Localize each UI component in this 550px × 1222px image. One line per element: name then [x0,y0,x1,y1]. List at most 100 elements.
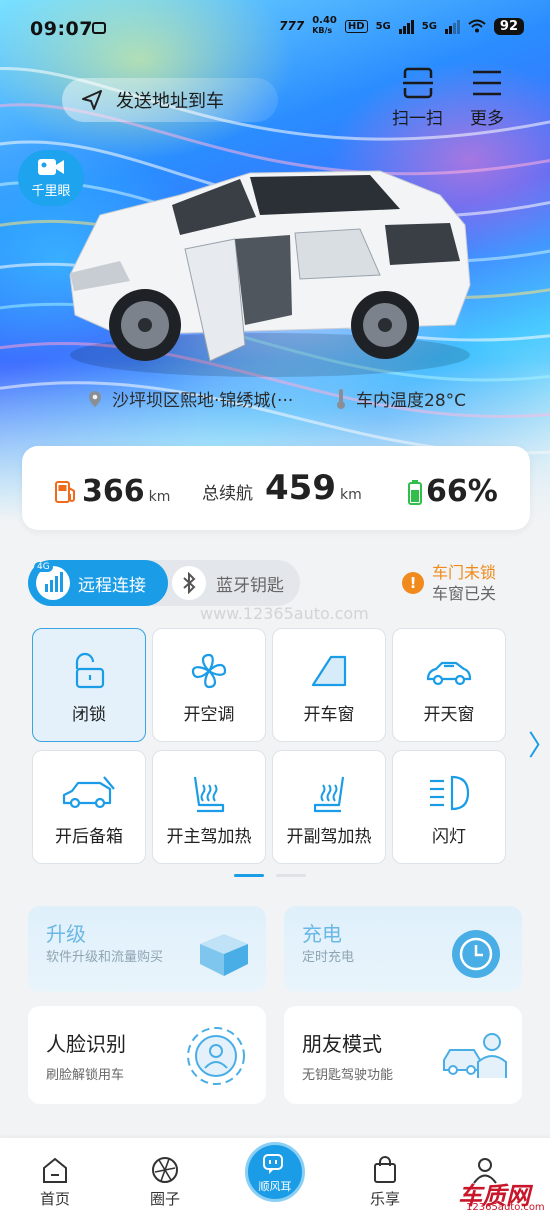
remote-connect-tab[interactable]: 4G 远程连接 [28,560,168,606]
send-address-button[interactable]: 发送地址到车 [62,78,278,122]
sunroof-icon [426,661,472,686]
tab-circle[interactable]: 圈子 [130,1156,200,1209]
passenger-seat-heat-button[interactable]: 开副驾加热 [272,750,386,864]
carrier-icon: 777 [279,19,305,33]
fuel-range: 366 km [54,474,170,509]
location-text: 沙坪坝区熙地·锦绣城(··· [112,391,294,411]
hd-icon: HD [344,19,368,33]
upgrade-subtitle: 软件升级和流量购买 [46,950,164,965]
package-icon [200,934,248,976]
brand-watermark-url: 12365auto.com [466,1202,545,1213]
face-recognition-title: 人脸识别 [46,1032,126,1056]
page-indicator [234,874,306,877]
battery-icon [408,479,422,505]
bluetooth-key-tab[interactable]: 蓝牙钥匙 [172,560,284,606]
aperture-icon [152,1157,178,1183]
next-page-chevron-icon[interactable]: 〉 [528,724,550,764]
total-range-value: 459 [265,468,336,508]
temperature-text: 车内温度28°C [356,391,467,411]
tab-enjoy[interactable]: 乐享 [350,1156,420,1209]
scan-label: 扫一扫 [392,109,443,129]
ac-button[interactable]: 开空调 [152,628,266,742]
range-card: 366 km 总续航 459 km 66% [22,446,530,530]
battery-level: 66% [408,474,498,509]
charge-card[interactable]: 充电 定时充电 [284,906,522,992]
sunroof-label: 开天窗 [423,705,475,725]
upgrade-title: 升级 [46,922,86,946]
battery-indicator: 92 [493,17,524,35]
shunfenger-button[interactable]: 顺风耳 [245,1142,305,1202]
seat-heat-icon [193,776,225,813]
bluetooth-key-label: 蓝牙钥匙 [216,575,284,596]
trunk-label: 开后备箱 [55,827,123,847]
lock-icon [75,652,105,689]
remote-connect-label: 远程连接 [78,575,146,596]
signal1-icon [398,18,414,34]
friend-car-icon [443,1033,507,1078]
door-status: 车门未锁 [432,563,497,582]
net-speed: 0.40 KB/s [312,15,337,36]
flash-lights-button[interactable]: 闪灯 [392,750,506,864]
more-button[interactable]: 更多 [470,66,504,129]
total-range: 总续航 459 km [202,468,362,508]
thermometer-icon [337,388,345,409]
fuel-pump-icon [55,480,75,503]
clock-icon [452,930,500,978]
face-scan-icon [187,1027,245,1085]
temperature-row: 车内温度28°C [336,386,466,411]
fuel-range-value: 366 [82,474,145,509]
sunroof-button[interactable]: 开天窗 [392,628,506,742]
location-pin-icon [89,390,101,407]
friend-mode-card[interactable]: 朋友模式 无钥匙驾驶功能 [284,1006,522,1104]
tab-home[interactable]: 首页 [20,1156,90,1209]
signal2-icon [444,18,460,34]
status-time: 09:07 [30,18,93,40]
sim2-label: 5G [421,20,437,32]
window-label: 开车窗 [303,705,355,725]
tab-enjoy-label: 乐享 [369,1190,400,1208]
send-arrow-icon [82,90,102,110]
seat-heat-icon [313,776,345,813]
window-status: 车窗已关 [432,584,497,603]
battery-percent: 66% [426,474,498,509]
status-right: 777 0.40 KB/s HD 5G 5G 92 [279,16,524,36]
scan-icon [402,67,433,99]
ac-label: 开空调 [183,705,235,725]
wifi-icon [468,19,486,33]
more-label: 更多 [470,109,504,129]
tab-home-label: 首页 [39,1190,70,1208]
send-address-label: 发送地址到车 [116,91,224,112]
chat-icon [263,1154,283,1174]
vehicle-alert[interactable]: ! 车门未锁 车窗已关 [402,562,496,604]
4g-signal-icon: 4G [34,562,70,600]
status-bar: 09:07 777 0.40 KB/s HD 5G 5G 92 [0,0,550,60]
shopping-bag-icon [374,1156,396,1183]
bluetooth-icon [172,566,206,600]
window-button[interactable]: 开车窗 [272,628,386,742]
window-icon [311,655,347,687]
face-recognition-subtitle: 刷脸解锁用车 [46,1068,125,1083]
friend-mode-subtitle: 无钥匙驾驶功能 [302,1068,394,1083]
watermark-text: www.12365auto.com [200,604,369,623]
trunk-button[interactable]: 开后备箱 [32,750,146,864]
total-range-label: 总续航 [202,484,253,504]
passenger-seat-heat-label: 开副驾加热 [286,827,372,847]
upgrade-card[interactable]: 升级 软件升级和流量购买 [28,906,266,992]
driver-seat-heat-label: 开主驾加热 [166,827,252,847]
fan-icon [191,653,227,689]
tab-circle-label: 圈子 [149,1190,180,1208]
fuel-range-unit: km [148,489,171,505]
location-row: 沙坪坝区熙地·锦绣城(··· [88,386,293,411]
warning-icon: ! [402,572,424,594]
charge-subtitle: 定时充电 [302,950,355,965]
face-recognition-card[interactable]: 人脸识别 刷脸解锁用车 [28,1006,266,1104]
sim1-label: 5G [375,20,391,32]
car-image [69,170,471,377]
lock-button[interactable]: 闭锁 [32,628,146,742]
connection-toggle: 4G 远程连接 蓝牙钥匙 [28,560,300,606]
notification-icon [92,22,106,34]
scan-button[interactable]: 扫一扫 [392,66,443,129]
home-icon [43,1157,67,1183]
shunfenger-label: 顺风耳 [258,1180,292,1193]
driver-seat-heat-button[interactable]: 开主驾加热 [152,750,266,864]
